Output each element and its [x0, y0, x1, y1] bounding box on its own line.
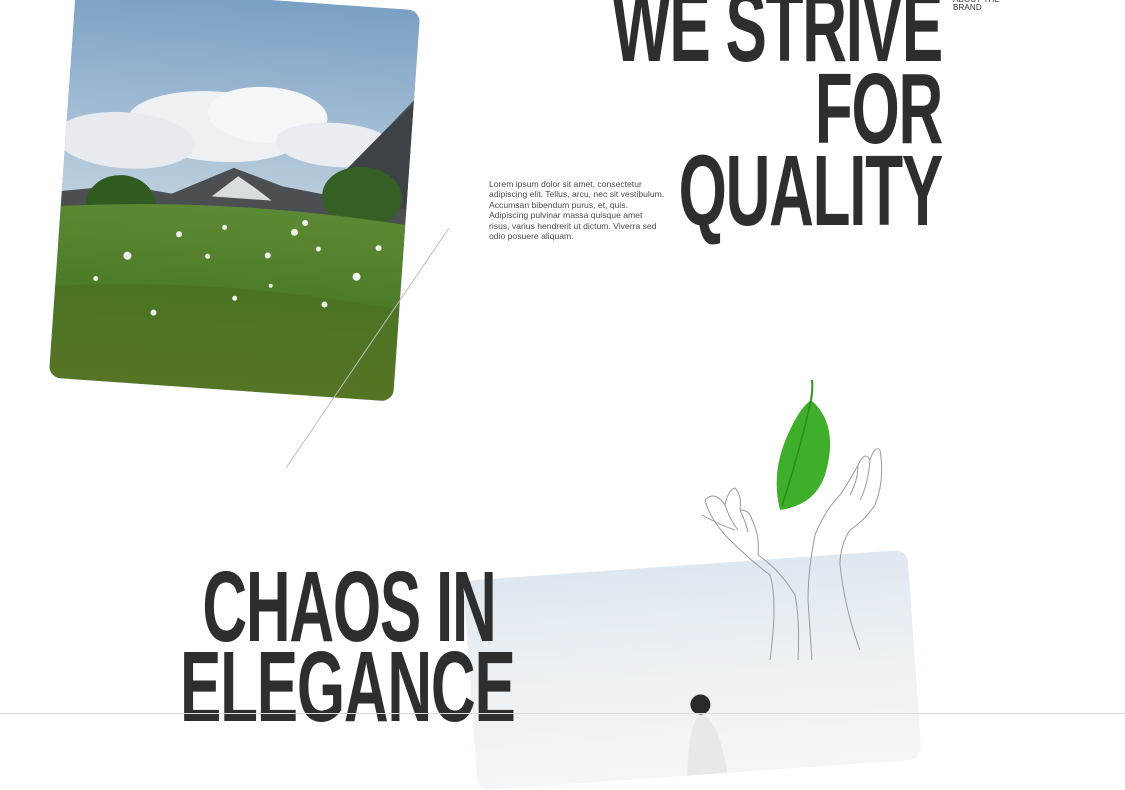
section-headline: CHAOS IN ELEGANCE: [180, 557, 700, 743]
about-the-brand-label: ABOUT THE BRAND: [953, 0, 1000, 12]
hero-headline: WE STRIVE FOR QUALITY: [402, 0, 943, 241]
intro-paragraph: Lorem ipsum dolor sit amet, consectetur …: [489, 179, 665, 242]
meadow-photo: [48, 0, 421, 402]
leaf-icon: [776, 379, 831, 510]
page-bottom-border: [0, 713, 1125, 714]
section-headline-line-2: ELEGANCE: [180, 631, 516, 743]
meadow-landscape-image: [48, 0, 421, 402]
hands-with-leaf-illustration: [701, 379, 883, 660]
